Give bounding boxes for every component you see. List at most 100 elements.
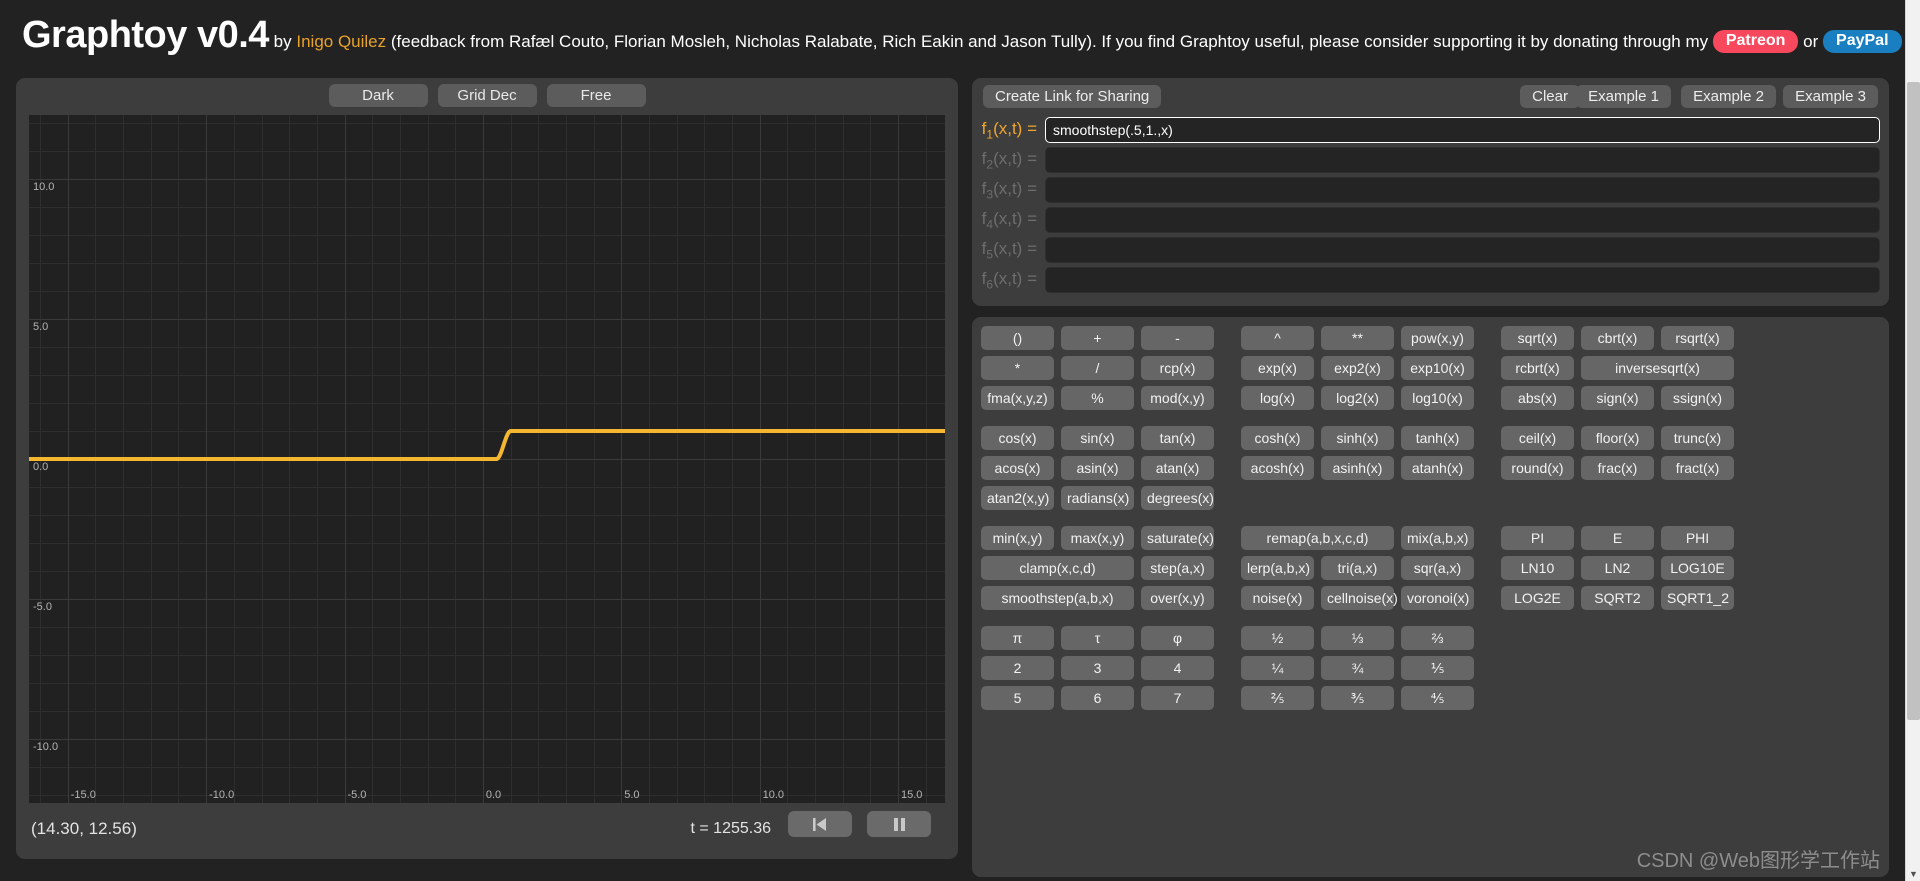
keypad-key-degrees-x[interactable]: degrees(x) bbox=[1141, 486, 1214, 510]
keypad-key-remap-a-b-x-c-d[interactable]: remap(a,b,x,c,d) bbox=[1241, 526, 1394, 550]
keypad-key-[interactable]: ⅘ bbox=[1401, 686, 1474, 710]
keypad-key-[interactable]: π bbox=[981, 626, 1054, 650]
keypad-key-ln2[interactable]: LN2 bbox=[1581, 556, 1654, 580]
keypad-key-trunc-x[interactable]: trunc(x) bbox=[1661, 426, 1734, 450]
keypad-key-[interactable]: ⅕ bbox=[1401, 656, 1474, 680]
author-link[interactable]: Inigo Quilez bbox=[296, 32, 386, 51]
keypad-key-[interactable]: / bbox=[1061, 356, 1134, 380]
keypad-key-atan-x[interactable]: atan(x) bbox=[1141, 456, 1214, 480]
keypad-key-[interactable]: () bbox=[981, 326, 1054, 350]
plot-canvas[interactable]: -15.0 -10.0 -5.0 0.0 5.0 10.0 15.0 10.0 5.0 0.0 -5… bbox=[29, 115, 945, 803]
example-2-button[interactable]: Example 2 bbox=[1681, 85, 1776, 108]
keypad-key-asinh-x[interactable]: asinh(x) bbox=[1321, 456, 1394, 480]
keypad-key-pi[interactable]: PI bbox=[1501, 526, 1574, 550]
keypad-key-inversesqrt-x[interactable]: inversesqrt(x) bbox=[1581, 356, 1734, 380]
keypad-key-fract-x[interactable]: fract(x) bbox=[1661, 456, 1734, 480]
aspect-mode-button[interactable]: Free bbox=[546, 84, 646, 107]
keypad-key-exp-x[interactable]: exp(x) bbox=[1241, 356, 1314, 380]
keypad-key-noise-x[interactable]: noise(x) bbox=[1241, 586, 1314, 610]
keypad-key-radians-x[interactable]: radians(x) bbox=[1061, 486, 1134, 510]
keypad-key-sinh-x[interactable]: sinh(x) bbox=[1321, 426, 1394, 450]
keypad-key-[interactable]: ⅔ bbox=[1401, 626, 1474, 650]
keypad-key-log2-x[interactable]: log2(x) bbox=[1321, 386, 1394, 410]
keypad-key-tri-a-x[interactable]: tri(a,x) bbox=[1321, 556, 1394, 580]
keypad-key-sin-x[interactable]: sin(x) bbox=[1061, 426, 1134, 450]
keypad-key-atan2-x-y[interactable]: atan2(x,y) bbox=[981, 486, 1054, 510]
theme-toggle-button[interactable]: Dark bbox=[328, 84, 428, 107]
keypad-key-[interactable]: ^ bbox=[1241, 326, 1314, 350]
patreon-button[interactable]: Patreon bbox=[1712, 30, 1799, 53]
keypad-key-ssign-x[interactable]: ssign(x) bbox=[1661, 386, 1734, 410]
keypad-key-fma-x-y-z[interactable]: fma(x,y,z) bbox=[981, 386, 1054, 410]
keypad-key-[interactable]: φ bbox=[1141, 626, 1214, 650]
keypad-key-[interactable]: * bbox=[981, 356, 1054, 380]
formula-input-2[interactable] bbox=[1045, 147, 1880, 173]
example-3-button[interactable]: Example 3 bbox=[1783, 85, 1878, 108]
formula-input-6[interactable] bbox=[1045, 267, 1880, 293]
keypad-key-abs-x[interactable]: abs(x) bbox=[1501, 386, 1574, 410]
keypad-key-[interactable]: ½ bbox=[1241, 626, 1314, 650]
page-scrollbar[interactable]: ▼ bbox=[1905, 0, 1920, 881]
paypal-button[interactable]: PayPal bbox=[1823, 30, 1902, 53]
keypad-key-saturate-x[interactable]: saturate(x) bbox=[1141, 526, 1214, 550]
keypad-key-voronoi-x[interactable]: voronoi(x) bbox=[1401, 586, 1474, 610]
formula-input-5[interactable] bbox=[1045, 237, 1880, 263]
keypad-key-acos-x[interactable]: acos(x) bbox=[981, 456, 1054, 480]
keypad-key-[interactable]: ⅖ bbox=[1241, 686, 1314, 710]
keypad-key-4[interactable]: 4 bbox=[1141, 656, 1214, 680]
keypad-key-sqrt-x[interactable]: sqrt(x) bbox=[1501, 326, 1574, 350]
keypad-key-rcp-x[interactable]: rcp(x) bbox=[1141, 356, 1214, 380]
keypad-key-sign-x[interactable]: sign(x) bbox=[1581, 386, 1654, 410]
keypad-key-over-x-y[interactable]: over(x,y) bbox=[1141, 586, 1214, 610]
keypad-key-clamp-x-c-d[interactable]: clamp(x,c,d) bbox=[981, 556, 1134, 580]
keypad-key-exp2-x[interactable]: exp2(x) bbox=[1321, 356, 1394, 380]
keypad-key-rcbrt-x[interactable]: rcbrt(x) bbox=[1501, 356, 1574, 380]
keypad-key-round-x[interactable]: round(x) bbox=[1501, 456, 1574, 480]
keypad-key-exp10-x[interactable]: exp10(x) bbox=[1401, 356, 1474, 380]
keypad-key-cellnoise-x[interactable]: cellnoise(x) bbox=[1321, 586, 1398, 610]
keypad-key-mod-x-y[interactable]: mod(x,y) bbox=[1141, 386, 1214, 410]
keypad-key-tan-x[interactable]: tan(x) bbox=[1141, 426, 1214, 450]
keypad-key-cosh-x[interactable]: cosh(x) bbox=[1241, 426, 1314, 450]
formula-input-4[interactable] bbox=[1045, 207, 1880, 233]
keypad-key-[interactable]: ⅓ bbox=[1321, 626, 1394, 650]
scrollbar-down-arrow[interactable]: ▼ bbox=[1906, 870, 1920, 879]
keypad-key-[interactable]: ** bbox=[1321, 326, 1394, 350]
keypad-key-min-x-y[interactable]: min(x,y) bbox=[981, 526, 1054, 550]
keypad-key-log-x[interactable]: log(x) bbox=[1241, 386, 1314, 410]
keypad-key-atanh-x[interactable]: atanh(x) bbox=[1401, 456, 1474, 480]
keypad-key-[interactable]: ¼ bbox=[1241, 656, 1314, 680]
example-1-button[interactable]: Example 1 bbox=[1576, 85, 1671, 108]
keypad-key-[interactable]: ⅗ bbox=[1321, 686, 1394, 710]
keypad-key-sqr-a-x[interactable]: sqr(a,x) bbox=[1401, 556, 1474, 580]
keypad-key-5[interactable]: 5 bbox=[981, 686, 1054, 710]
keypad-key-phi[interactable]: PHI bbox=[1661, 526, 1734, 550]
keypad-key-ln10[interactable]: LN10 bbox=[1501, 556, 1574, 580]
keypad-key-sqrt2[interactable]: SQRT2 bbox=[1581, 586, 1654, 610]
keypad-key-tanh-x[interactable]: tanh(x) bbox=[1401, 426, 1474, 450]
keypad-key-log10e[interactable]: LOG10E bbox=[1661, 556, 1734, 580]
keypad-key-asin-x[interactable]: asin(x) bbox=[1061, 456, 1134, 480]
keypad-key-[interactable]: ¾ bbox=[1321, 656, 1394, 680]
keypad-key-[interactable]: - bbox=[1141, 326, 1214, 350]
formula-input-1[interactable] bbox=[1045, 117, 1880, 143]
keypad-key-cos-x[interactable]: cos(x) bbox=[981, 426, 1054, 450]
keypad-key-max-x-y[interactable]: max(x,y) bbox=[1061, 526, 1134, 550]
keypad-key-[interactable]: τ bbox=[1061, 626, 1134, 650]
keypad-key-e[interactable]: E bbox=[1581, 526, 1654, 550]
keypad-key-mix-a-b-x[interactable]: mix(a,b,x) bbox=[1401, 526, 1474, 550]
keypad-key-ceil-x[interactable]: ceil(x) bbox=[1501, 426, 1574, 450]
clear-button[interactable]: Clear bbox=[1520, 85, 1580, 108]
create-link-button[interactable]: Create Link for Sharing bbox=[983, 85, 1162, 108]
keypad-key-[interactable]: % bbox=[1061, 386, 1134, 410]
keypad-key-rsqrt-x[interactable]: rsqrt(x) bbox=[1661, 326, 1734, 350]
keypad-key-cbrt-x[interactable]: cbrt(x) bbox=[1581, 326, 1654, 350]
keypad-key-smoothstep-a-b-x[interactable]: smoothstep(a,b,x) bbox=[981, 586, 1134, 610]
keypad-key-log2e[interactable]: LOG2E bbox=[1501, 586, 1574, 610]
keypad-key-lerp-a-b-x[interactable]: lerp(a,b,x) bbox=[1241, 556, 1314, 580]
keypad-key-2[interactable]: 2 bbox=[981, 656, 1054, 680]
pause-button[interactable] bbox=[867, 811, 931, 837]
skip-back-button[interactable] bbox=[788, 811, 852, 837]
keypad-key-log10-x[interactable]: log10(x) bbox=[1401, 386, 1474, 410]
keypad-key-6[interactable]: 6 bbox=[1061, 686, 1134, 710]
